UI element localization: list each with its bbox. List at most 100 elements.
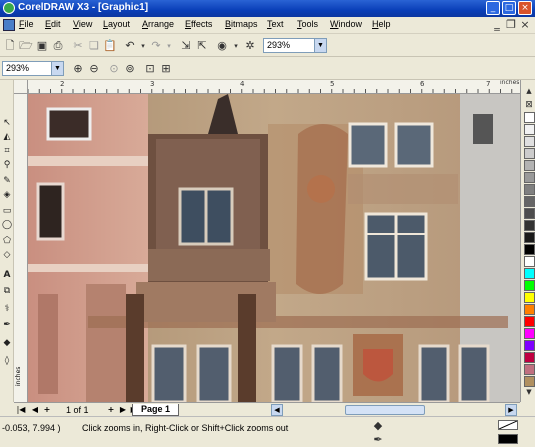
next-page-icon[interactable]: ▶ [118, 404, 128, 415]
horizontal-ruler[interactable]: 2 3 4 5 6 7 inches [28, 80, 520, 94]
color-swatch[interactable] [524, 244, 535, 255]
chevron-down-icon[interactable]: ▼ [51, 62, 63, 75]
add-page-after-icon[interactable]: + [106, 404, 116, 415]
color-swatch[interactable] [524, 232, 535, 243]
doc-restore-icon[interactable]: ❐ [504, 18, 518, 32]
menu-effects[interactable]: Effects [185, 19, 212, 29]
scroll-left-icon[interactable]: ◀ [271, 404, 283, 416]
vertical-ruler[interactable]: inches [14, 94, 28, 402]
coreldraw-app-icon[interactable] [3, 2, 15, 14]
color-swatch[interactable] [524, 136, 535, 147]
paste-icon[interactable]: 📋 [103, 39, 117, 53]
add-page-before-icon[interactable]: + [42, 404, 52, 415]
palette-scroll-up-icon[interactable]: ▲ [522, 84, 535, 98]
close-button[interactable]: × [518, 1, 532, 15]
color-swatch[interactable] [524, 280, 535, 291]
tab-page-1[interactable]: Page 1 [132, 404, 180, 416]
interactive-blend-icon[interactable]: ⧉ [1, 286, 13, 297]
ruler-origin[interactable] [14, 80, 28, 94]
first-page-icon[interactable]: |◀ [16, 404, 26, 415]
color-swatch[interactable] [524, 352, 535, 363]
outline-indicator-icon[interactable]: ✒ [371, 433, 385, 447]
eyedropper-tool-icon[interactable]: ⚕ [1, 304, 13, 315]
shape-tool-icon[interactable]: ◭ [1, 132, 13, 143]
previous-page-icon[interactable]: ◀ [30, 404, 40, 415]
new-icon[interactable]: 🗋 [3, 39, 17, 53]
fill-tool-icon[interactable]: ◆ [1, 338, 13, 349]
horizontal-scrollbar[interactable]: ◀ ▶ [269, 402, 520, 416]
document-icon[interactable] [3, 19, 15, 31]
welcome-screen-icon[interactable]: ✲ [243, 39, 257, 53]
menu-file[interactable]: File [19, 19, 34, 29]
undo-icon[interactable]: ↶ [123, 39, 137, 53]
menu-view[interactable]: View [73, 19, 92, 29]
palette-scroll-down-icon[interactable]: ▼ [522, 385, 535, 399]
interactive-fill-icon[interactable]: ◊ [1, 356, 13, 367]
export-icon[interactable]: ⇱ [195, 39, 209, 53]
ellipse-tool-icon[interactable]: ◯ [1, 220, 13, 231]
no-fill-icon[interactable]: ⊠ [522, 98, 535, 112]
polygon-tool-icon[interactable]: ⬠ [1, 236, 13, 247]
fill-indicator-icon[interactable]: ◆ [371, 419, 385, 433]
color-swatch[interactable] [524, 328, 535, 339]
color-swatch[interactable] [524, 292, 535, 303]
menu-bitmaps[interactable]: Bitmaps [225, 19, 258, 29]
color-swatch[interactable] [524, 316, 535, 327]
color-swatch[interactable] [524, 340, 535, 351]
drawing-canvas[interactable] [28, 94, 520, 402]
copy-icon[interactable]: ❏ [87, 39, 101, 53]
undo-dropdown-icon[interactable]: ▾ [136, 39, 150, 53]
doc-close-icon[interactable]: × [518, 18, 532, 32]
zoom-to-all-objects-icon[interactable]: ⊚ [123, 62, 137, 76]
color-swatch[interactable] [524, 172, 535, 183]
restore-button[interactable]: □ [502, 1, 516, 15]
rectangle-tool-icon[interactable]: ▭ [1, 206, 13, 217]
menu-window[interactable]: Window [330, 19, 362, 29]
open-icon[interactable]: 🗁 [19, 39, 33, 53]
color-swatch[interactable] [524, 124, 535, 135]
color-swatch[interactable] [524, 220, 535, 231]
fill-color-swatch[interactable] [498, 420, 518, 430]
basic-shapes-icon[interactable]: ◇ [1, 250, 13, 261]
redo-dropdown-icon[interactable]: ▾ [162, 39, 176, 53]
cut-icon[interactable]: ✂ [71, 39, 85, 53]
color-swatch[interactable] [524, 268, 535, 279]
zoom-out-icon[interactable]: ⊖ [87, 62, 101, 76]
import-icon[interactable]: ⇲ [179, 39, 193, 53]
zoom-level-combo[interactable]: 293% ▼ [263, 38, 327, 53]
launcher-dropdown-icon[interactable]: ▾ [229, 39, 243, 53]
menu-arrange[interactable]: Arrange [142, 19, 174, 29]
minimize-button[interactable]: _ [486, 1, 500, 15]
print-icon[interactable]: ⎙ [51, 39, 65, 53]
zoom-in-icon[interactable]: ⊕ [71, 62, 85, 76]
menu-tools[interactable]: Tools [297, 19, 318, 29]
color-swatch[interactable] [524, 208, 535, 219]
crop-tool-icon[interactable]: ⌗ [1, 146, 13, 157]
zoom-tool-icon[interactable]: ⚲ [1, 160, 13, 171]
menu-help[interactable]: Help [372, 19, 391, 29]
scroll-thumb[interactable] [345, 405, 425, 415]
color-swatch[interactable] [524, 112, 535, 123]
outline-tool-icon[interactable]: ✒ [1, 320, 13, 331]
color-swatch[interactable] [524, 148, 535, 159]
zoom-to-page-width-icon[interactable]: ⊞ [159, 62, 173, 76]
zoom-to-page-icon[interactable]: ⊡ [143, 62, 157, 76]
color-swatch[interactable] [524, 160, 535, 171]
menu-text[interactable]: Text [267, 19, 284, 29]
color-swatch[interactable] [524, 256, 535, 267]
chevron-down-icon[interactable]: ▼ [314, 39, 326, 52]
color-swatch[interactable] [524, 304, 535, 315]
menu-edit[interactable]: Edit [45, 19, 61, 29]
menu-layout[interactable]: Layout [103, 19, 130, 29]
text-tool-icon[interactable]: A [1, 270, 13, 281]
pick-tool-icon[interactable]: ↖ [1, 118, 13, 129]
smart-fill-icon[interactable]: ◈ [1, 190, 13, 201]
scroll-right-icon[interactable]: ▶ [505, 404, 517, 416]
freehand-tool-icon[interactable]: ✎ [1, 176, 13, 187]
color-swatch[interactable] [524, 184, 535, 195]
zoom-to-selected-icon[interactable]: ⊙ [107, 62, 121, 76]
zoom-levels-combo[interactable]: 293% ▼ [2, 61, 64, 76]
save-icon[interactable]: ▣ [35, 39, 49, 53]
color-swatch[interactable] [524, 364, 535, 375]
doc-minimize-icon[interactable]: ‗ [490, 18, 504, 32]
